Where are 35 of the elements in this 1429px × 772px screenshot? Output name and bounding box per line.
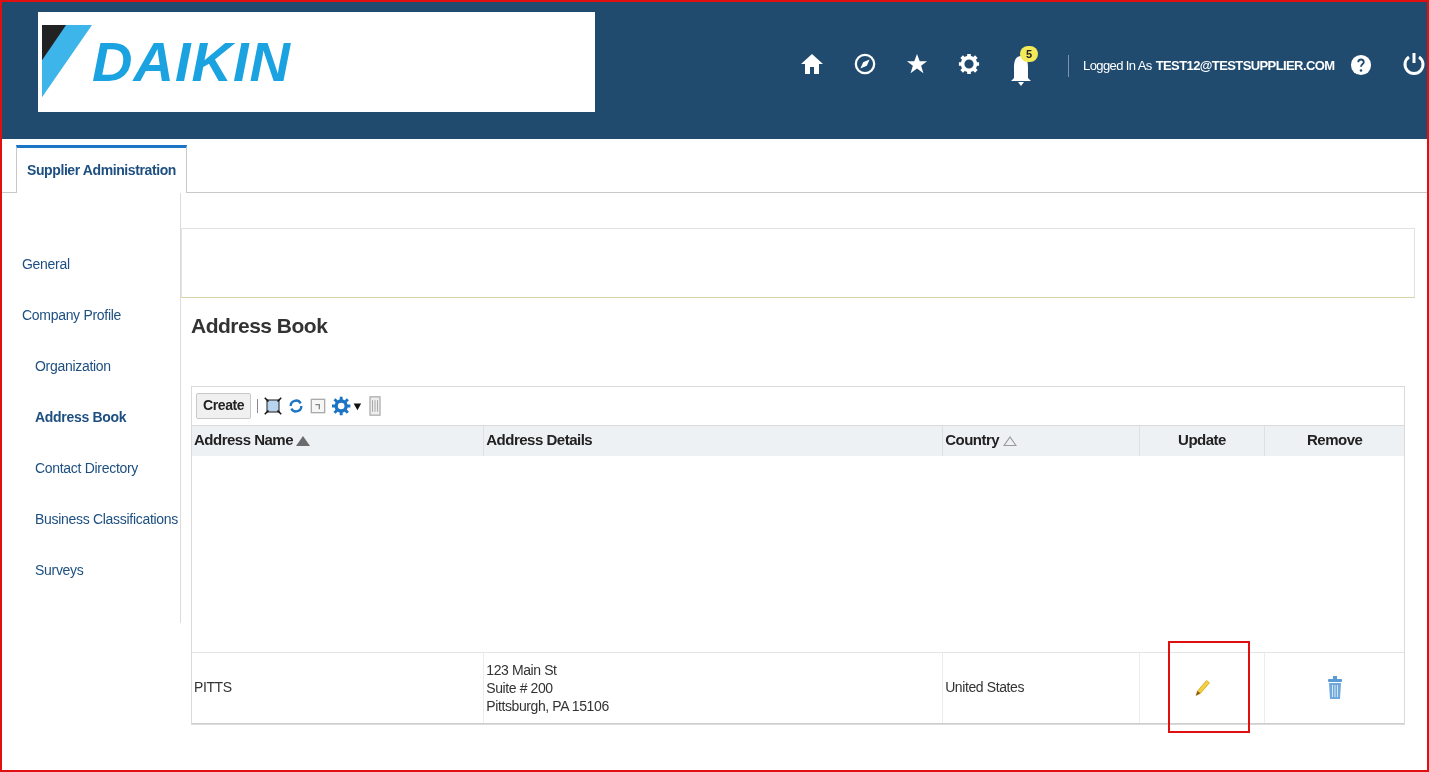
- refresh-icon[interactable]: [288, 396, 305, 415]
- pencil-icon[interactable]: [1193, 678, 1211, 697]
- compass-icon[interactable]: [854, 53, 876, 75]
- detach-icon[interactable]: [264, 395, 283, 416]
- column-header[interactable]: Remove: [1264, 425, 1404, 456]
- column-header[interactable]: Address Name: [192, 425, 484, 456]
- star-icon[interactable]: [906, 53, 928, 75]
- table-cell-text: United States: [945, 678, 1024, 697]
- sidebar-item[interactable]: Contact Directory: [35, 453, 139, 504]
- table-cell: PITTS: [194, 679, 232, 695]
- help-icon[interactable]: [1350, 54, 1373, 76]
- address-details-cell: 123 Main St Suite # 200 Pittsburgh, PA 15106: [486, 660, 609, 715]
- window-icon[interactable]: [310, 396, 327, 415]
- sidebar-item[interactable]: Company Profile: [22, 300, 121, 351]
- sort-ascending-icon[interactable]: [296, 435, 311, 446]
- page-title: Address Book: [191, 313, 329, 339]
- column-header[interactable]: Address Details: [483, 425, 943, 456]
- settings-menu-icon[interactable]: [332, 395, 363, 416]
- column-header[interactable]: Update: [1138, 425, 1265, 456]
- home-icon[interactable]: [800, 52, 824, 76]
- username: TEST12@TESTSUPPLIER.COM: [1155, 57, 1335, 75]
- sidebar-item[interactable]: Business Classifications: [35, 504, 178, 555]
- logged-in-label: Logged In As: [1083, 57, 1152, 75]
- notification-count-badge: 5: [1020, 46, 1039, 62]
- tab[interactable]: Supplier Administration: [16, 145, 187, 193]
- sidebar-item[interactable]: Surveys: [35, 555, 84, 606]
- create-button[interactable]: Create: [196, 392, 252, 419]
- power-icon[interactable]: [1402, 52, 1427, 76]
- trash-icon[interactable]: [1326, 675, 1343, 700]
- sidebar-item[interactable]: Address Book: [35, 402, 127, 453]
- sidebar-item[interactable]: General: [22, 249, 70, 300]
- column-header[interactable]: Country: [942, 425, 1139, 456]
- logo-text: DAIKIN: [92, 34, 291, 90]
- settings-icon[interactable]: [958, 53, 980, 75]
- sidebar-item[interactable]: Organization: [35, 351, 111, 402]
